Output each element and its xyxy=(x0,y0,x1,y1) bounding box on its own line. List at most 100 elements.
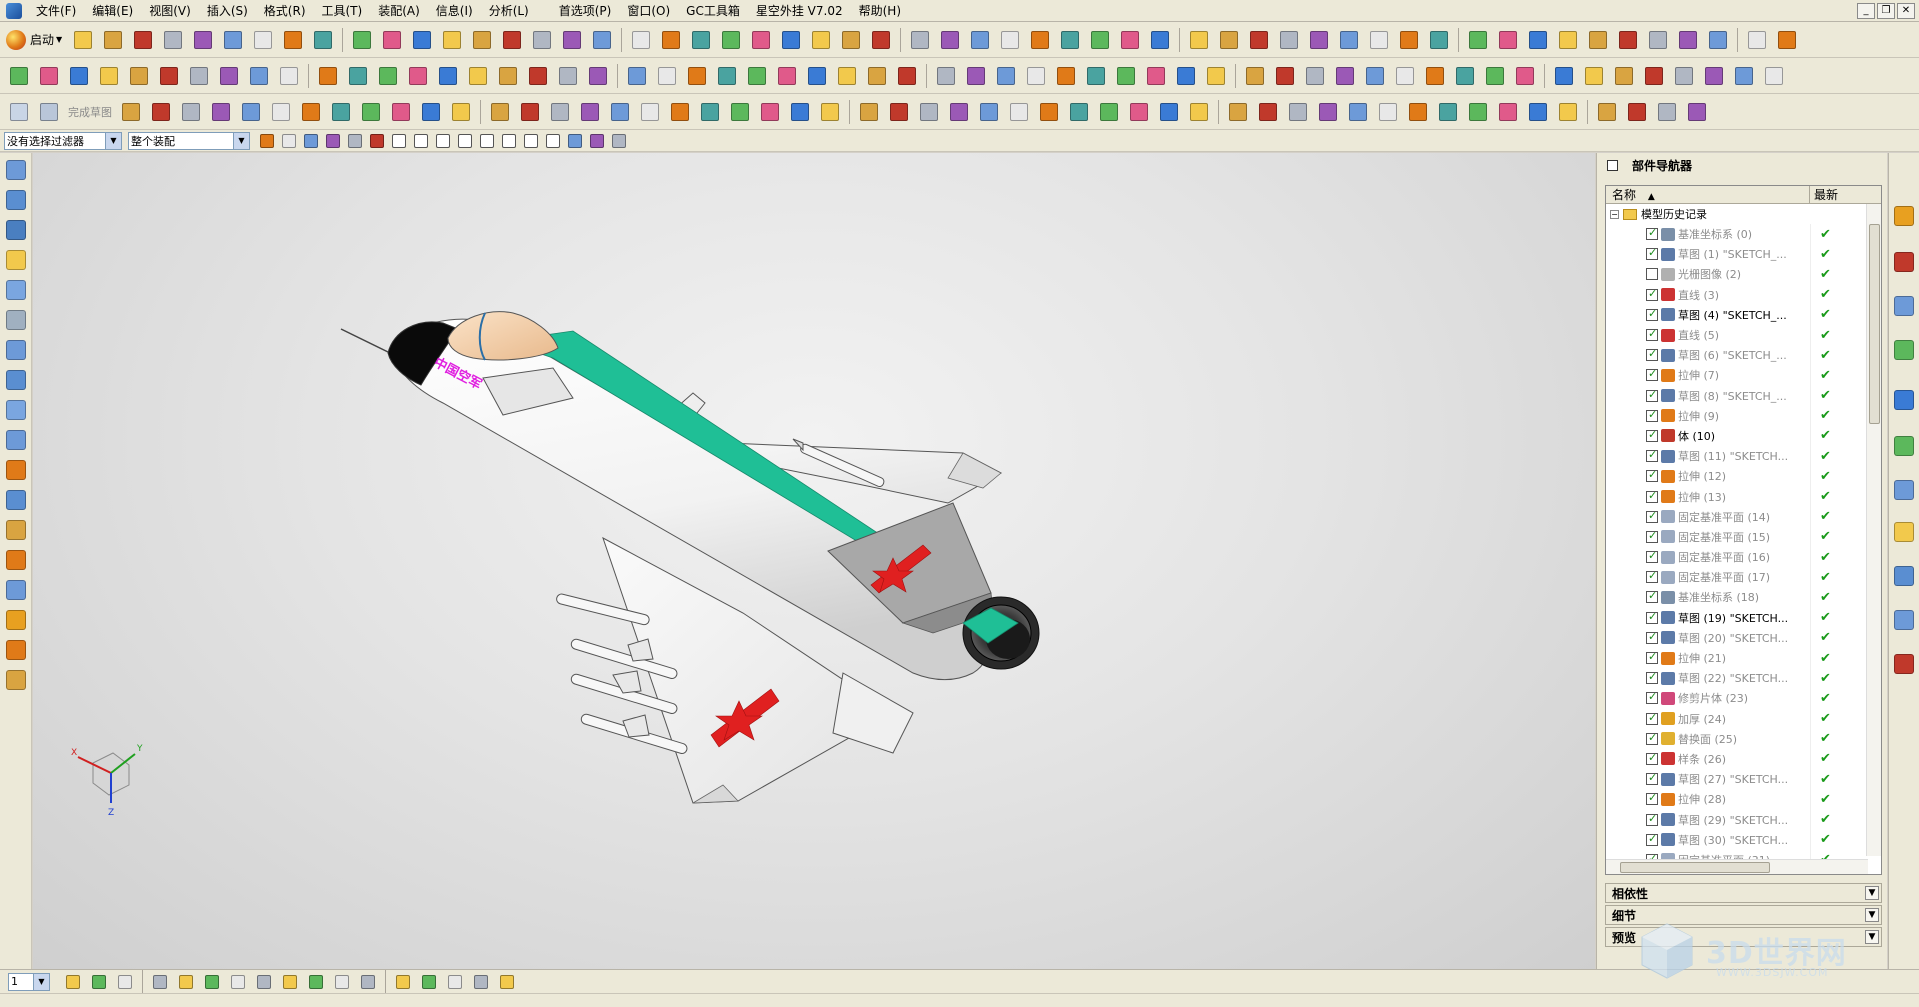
feature-checkbox[interactable] xyxy=(1646,670,1658,685)
shaded-view-icon[interactable] xyxy=(1774,27,1800,53)
delete-icon[interactable] xyxy=(190,27,216,53)
new-file-icon[interactable] xyxy=(1555,27,1581,53)
measure-distance-icon[interactable] xyxy=(391,972,415,992)
text-tool-icon[interactable] xyxy=(469,27,495,53)
wireframe-view-icon[interactable] xyxy=(1306,27,1332,53)
cylinder-icon[interactable] xyxy=(585,63,611,89)
menu-item[interactable]: 窗口(O) xyxy=(619,0,678,22)
feature-checkbox[interactable] xyxy=(1646,268,1658,281)
line-icon[interactable] xyxy=(1624,99,1650,125)
navigator-vertical-scrollbar[interactable] xyxy=(1866,204,1881,856)
wcs-set-z-icon[interactable] xyxy=(304,972,328,992)
fillet-icon[interactable] xyxy=(727,99,753,125)
start-button[interactable]: 启动 ▼ xyxy=(4,27,68,53)
sew-icon[interactable] xyxy=(1452,63,1478,89)
feature-checkbox[interactable] xyxy=(1646,307,1658,321)
boss-icon[interactable] xyxy=(216,63,242,89)
work-layer-dropdown[interactable]: 1 ▼ xyxy=(8,972,50,991)
text-tool-icon[interactable] xyxy=(1465,27,1491,53)
feature-checkbox[interactable] xyxy=(1646,791,1658,806)
spline-icon[interactable] xyxy=(817,99,843,125)
mid-point-icon[interactable] xyxy=(433,131,453,151)
thread-icon[interactable] xyxy=(3,307,29,333)
feature-row[interactable]: 拉伸 (7) ✔ xyxy=(1606,365,1881,386)
trim-body-icon[interactable] xyxy=(435,63,461,89)
feature-checkbox[interactable] xyxy=(1646,751,1658,765)
menu-item[interactable]: 分析(L) xyxy=(481,0,537,22)
thicken-icon[interactable] xyxy=(3,487,29,513)
extend-curve-icon[interactable] xyxy=(448,99,474,125)
point-on-face-icon[interactable] xyxy=(587,131,607,151)
delete-icon[interactable] xyxy=(1675,27,1701,53)
end-point-icon[interactable] xyxy=(411,131,431,151)
feature-checkbox[interactable] xyxy=(1646,408,1658,422)
sphere-icon[interactable] xyxy=(654,63,680,89)
dimension-icon[interactable] xyxy=(1495,99,1521,125)
undo-icon[interactable] xyxy=(1705,27,1731,53)
shaded-view-icon[interactable] xyxy=(1276,27,1302,53)
wireframe-view-icon[interactable] xyxy=(310,27,336,53)
roles-icon[interactable] xyxy=(1891,563,1917,589)
feature-checkbox[interactable] xyxy=(1646,226,1658,241)
block-icon[interactable] xyxy=(3,157,29,183)
chamfer-icon[interactable] xyxy=(315,63,341,89)
cone-icon[interactable] xyxy=(1113,63,1139,89)
mirror-curve-icon[interactable] xyxy=(1525,99,1551,125)
select-face-icon[interactable] xyxy=(279,131,299,151)
arc-icon[interactable] xyxy=(667,99,693,125)
line-tool-icon[interactable] xyxy=(349,27,375,53)
circle-icon[interactable] xyxy=(208,99,234,125)
rectangle-tool-icon[interactable] xyxy=(907,27,933,53)
arc-icon[interactable] xyxy=(1654,99,1680,125)
polygon-tool-icon[interactable] xyxy=(937,27,963,53)
rectangle-tool-icon[interactable] xyxy=(1396,27,1422,53)
feature-checkbox[interactable] xyxy=(1646,771,1658,786)
wcs-display-icon[interactable] xyxy=(330,972,354,992)
feature-row[interactable]: 固定基准平面 (15) ✔ xyxy=(1606,526,1881,547)
web-browser-icon[interactable] xyxy=(1891,433,1917,459)
feature-checkbox[interactable] xyxy=(1646,327,1658,342)
project-curve-icon[interactable] xyxy=(1555,99,1581,125)
rectangle-tool-icon[interactable] xyxy=(409,27,435,53)
profile-icon[interactable] xyxy=(1096,99,1122,125)
save-icon[interactable] xyxy=(1615,27,1641,53)
boss-icon[interactable] xyxy=(1701,63,1727,89)
blend-icon[interactable] xyxy=(774,63,800,89)
polygon-icon[interactable] xyxy=(298,99,324,125)
feature-row[interactable]: 草图 (6) "SKETCH_... ✔ xyxy=(1606,345,1881,366)
navigator-horizontal-scrollbar[interactable] xyxy=(1606,859,1868,874)
profile-icon[interactable] xyxy=(118,99,144,125)
polygon-icon[interactable] xyxy=(787,99,813,125)
select-edge-icon[interactable] xyxy=(301,131,321,151)
hole-icon[interactable] xyxy=(1671,63,1697,89)
feature-row[interactable]: 拉伸 (13) ✔ xyxy=(1606,486,1881,507)
process-studio-icon[interactable] xyxy=(1891,519,1917,545)
mirror-icon[interactable] xyxy=(1362,63,1388,89)
rectangle-icon[interactable] xyxy=(268,99,294,125)
menu-item[interactable]: 工具(T) xyxy=(314,0,371,22)
delete-icon[interactable] xyxy=(688,27,714,53)
line-tool-icon[interactable] xyxy=(1336,27,1362,53)
pocket-icon[interactable] xyxy=(1242,63,1268,89)
sew-icon[interactable] xyxy=(465,63,491,89)
extrude-icon[interactable] xyxy=(6,63,32,89)
surface-tool-icon[interactable] xyxy=(499,27,525,53)
scroll-thumb[interactable] xyxy=(1869,224,1880,424)
feature-row[interactable]: 拉伸 (21) ✔ xyxy=(1606,647,1881,669)
menu-item[interactable]: 星空外挂 V7.02 xyxy=(748,0,851,22)
move-to-layer-icon[interactable] xyxy=(87,972,111,992)
menu-item[interactable]: 装配(A) xyxy=(370,0,428,22)
delete-icon[interactable] xyxy=(1186,27,1212,53)
copy-icon[interactable] xyxy=(1147,27,1173,53)
sketch-tool-icon[interactable] xyxy=(6,99,32,125)
reuse-library-icon[interactable] xyxy=(1891,337,1917,363)
line-icon[interactable] xyxy=(1126,99,1152,125)
blend-icon[interactable] xyxy=(1761,63,1787,89)
feature-checkbox[interactable] xyxy=(1646,650,1658,665)
feature-row[interactable]: 体 (10) ✔ xyxy=(1606,425,1881,447)
feature-row[interactable]: 草图 (19) "SKETCH... ✔ xyxy=(1606,607,1881,628)
feature-row[interactable]: 修剪片体 (23) ✔ xyxy=(1606,688,1881,709)
circle-icon[interactable] xyxy=(697,99,723,125)
pocket-icon[interactable] xyxy=(744,63,770,89)
arc-center-icon[interactable] xyxy=(499,131,519,151)
